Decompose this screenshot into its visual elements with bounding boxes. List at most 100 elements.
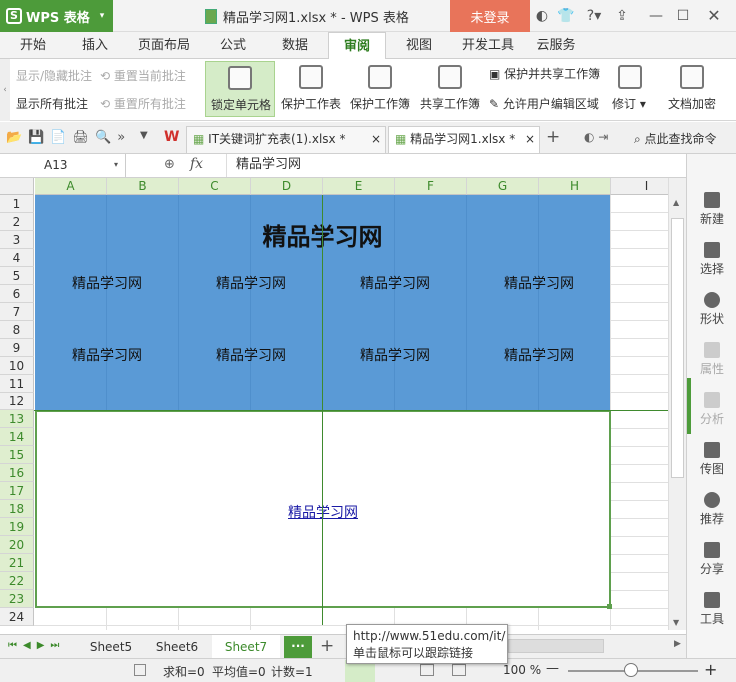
share-workbook-button[interactable]: 共享工作簿: [418, 61, 482, 117]
scroll-right-icon[interactable]: ▶: [674, 639, 681, 649]
cell-text[interactable]: 精品学习网: [467, 345, 611, 365]
panel-upload-image[interactable]: 传图: [687, 442, 736, 477]
sheet-tab[interactable]: Sheet6: [146, 635, 208, 659]
tab-cloud[interactable]: 云服务: [530, 32, 582, 59]
skin-icon[interactable]: ◐: [532, 6, 552, 26]
tab-data[interactable]: 数据: [272, 32, 318, 59]
row-header[interactable]: 7: [0, 303, 34, 321]
panel-select[interactable]: 选择: [687, 242, 736, 277]
track-changes-button[interactable]: 修订 ▾: [610, 61, 650, 117]
tab-nav-icons[interactable]: ◐ ⇥: [584, 130, 608, 144]
close-icon[interactable]: ✕: [704, 6, 724, 26]
select-all-corner[interactable]: [0, 178, 34, 195]
allow-edit-ranges-button[interactable]: ✎ 允许用户编辑区域: [489, 95, 599, 112]
row-header[interactable]: 5: [0, 267, 34, 285]
cell-text[interactable]: 精品学习网: [179, 273, 323, 293]
help-icon[interactable]: ?▾: [582, 6, 606, 26]
close-tab-icon[interactable]: ×: [525, 127, 535, 152]
tab-view[interactable]: 视图: [396, 32, 442, 59]
cell-text[interactable]: 精品学习网: [35, 273, 179, 293]
col-header-d[interactable]: D: [251, 178, 323, 195]
tab-start[interactable]: 开始: [10, 32, 56, 59]
protect-sheet-button[interactable]: 保护工作表: [280, 61, 342, 117]
tab-review[interactable]: 审阅: [328, 32, 386, 60]
row-header[interactable]: 9: [0, 339, 34, 357]
row-header[interactable]: 21: [0, 554, 34, 572]
row-header[interactable]: 1: [0, 195, 34, 213]
row-header[interactable]: 16: [0, 464, 34, 482]
row-header[interactable]: 8: [0, 321, 34, 339]
maximize-icon[interactable]: ☐: [673, 6, 693, 26]
command-search[interactable]: ⌕ 点此查找命令: [634, 130, 717, 147]
page-layout-view-icon[interactable]: [420, 664, 434, 676]
protect-workbook-button[interactable]: 保护工作簿: [348, 61, 412, 117]
scroll-up-icon[interactable]: ▲: [673, 198, 679, 207]
row-header[interactable]: 15: [0, 446, 34, 464]
app-menu-button[interactable]: S WPS 表格 ▾: [0, 0, 113, 32]
panel-recommend[interactable]: 推荐: [687, 492, 736, 527]
selected-merged-cell[interactable]: 精品学习网: [35, 410, 612, 609]
row-header[interactable]: 17: [0, 482, 34, 500]
panel-tools[interactable]: 工具: [687, 592, 736, 627]
page-break-view-icon[interactable]: [452, 664, 466, 676]
row-header[interactable]: 22: [0, 572, 34, 590]
col-header-i[interactable]: I: [611, 178, 668, 195]
row-header[interactable]: 20: [0, 536, 34, 554]
scroll-down-icon[interactable]: ▼: [673, 618, 679, 627]
tab-formulas[interactable]: 公式: [210, 32, 256, 59]
minimize-icon[interactable]: —: [646, 6, 666, 26]
row-header[interactable]: 19: [0, 518, 34, 536]
quick-access-icons[interactable]: 📂💾📄🖨🔍»: [6, 130, 131, 145]
add-sheet-button[interactable]: +: [320, 636, 334, 656]
panel-analysis[interactable]: 分析: [687, 392, 736, 427]
col-header-a[interactable]: A: [35, 178, 107, 195]
zoom-level[interactable]: 100 %: [503, 663, 541, 677]
worksheet[interactable]: A B C D E F G H I 1 2 3 4 5 6 7 8 9 10 1…: [0, 178, 668, 630]
name-box[interactable]: A13 ▾: [0, 154, 126, 177]
horizontal-scrollbar[interactable]: [508, 639, 604, 653]
reset-all-comments-button[interactable]: ⟲ 重置所有批注: [100, 95, 186, 112]
row-header[interactable]: 10: [0, 357, 34, 375]
tab-insert[interactable]: 插入: [72, 32, 118, 59]
login-button[interactable]: 未登录: [450, 0, 530, 32]
macro-icon[interactable]: [134, 664, 146, 676]
panel-new[interactable]: 新建: [687, 192, 736, 227]
cell-text[interactable]: 精品学习网: [467, 273, 611, 293]
zoom-in-icon[interactable]: +: [704, 660, 717, 679]
tab-developer[interactable]: 开发工具: [456, 32, 520, 59]
panel-share[interactable]: 分享: [687, 542, 736, 577]
protect-and-share-button[interactable]: ▣ 保护并共享工作簿: [489, 65, 600, 82]
encrypt-button[interactable]: 文档加密: [662, 61, 722, 117]
hyperlink[interactable]: 精品学习网: [37, 502, 609, 522]
doc-tab-jingpin[interactable]: ▦ 精品学习网1.xlsx * ×: [388, 126, 540, 153]
sheet-tab-active[interactable]: Sheet7: [212, 635, 280, 659]
close-tab-icon[interactable]: ×: [371, 127, 381, 152]
new-tab-button[interactable]: +: [546, 127, 560, 147]
fill-handle[interactable]: [607, 604, 612, 609]
reset-current-comment-button[interactable]: ⟲ 重置当前批注: [100, 67, 186, 84]
quick-access-dropdown-icon[interactable]: ▼: [140, 130, 148, 141]
row-header[interactable]: 23: [0, 590, 34, 608]
more-sheets-button[interactable]: ···: [284, 636, 312, 658]
doc-tab-it-keywords[interactable]: ▦ IT关键词扩充表(1).xlsx * ×: [186, 126, 386, 153]
col-header-h[interactable]: H: [539, 178, 611, 195]
row-header[interactable]: 11: [0, 375, 34, 393]
row-header[interactable]: 13: [0, 410, 34, 428]
vertical-scrollbar[interactable]: ▲ ▼: [668, 178, 686, 630]
shirt-icon[interactable]: 👕: [556, 6, 576, 26]
cell-text[interactable]: 精品学习网: [179, 345, 323, 365]
col-header-b[interactable]: B: [107, 178, 179, 195]
row-header[interactable]: 12: [0, 393, 34, 410]
show-hide-comments-button[interactable]: 显示/隐藏批注: [16, 67, 92, 84]
panel-properties[interactable]: 属性: [687, 342, 736, 377]
show-all-comments-button[interactable]: 显示所有批注: [16, 95, 88, 112]
col-header-f[interactable]: F: [395, 178, 467, 195]
lock-cells-button[interactable]: 锁定单元格: [205, 61, 275, 117]
row-header[interactable]: 4: [0, 249, 34, 267]
zoom-slider-handle[interactable]: [624, 663, 638, 677]
sheet-tab[interactable]: Sheet5: [80, 635, 142, 659]
row-header[interactable]: 18: [0, 500, 34, 518]
sheet-nav-arrows[interactable]: ⏮◀▶⏭: [8, 640, 65, 651]
row-header[interactable]: 14: [0, 428, 34, 446]
row-header[interactable]: 6: [0, 285, 34, 303]
